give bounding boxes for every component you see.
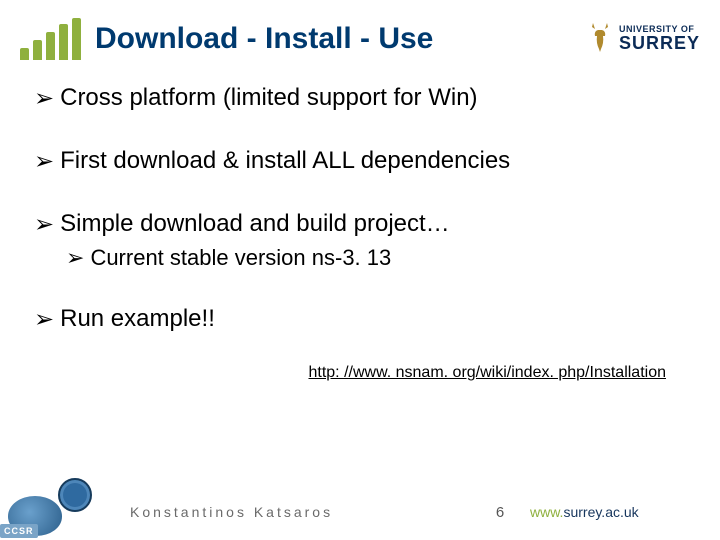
bullet-text: Current stable version ns-3. 13 [90,245,391,271]
bullet-item: ➢ First download & install ALL dependenc… [34,147,686,176]
url-rest: surrey.ac.uk [563,504,638,520]
bullet-item: ➢ Simple download and build project… [34,210,686,239]
arrow-bullet-icon: ➢ [34,147,54,176]
university-logo: UNIVERSITY OF SURREY [587,21,700,58]
bullet-item: ➢ Run example!! [34,305,686,334]
arrow-bullet-icon: ➢ [34,305,54,334]
bars-logo-icon [20,18,81,60]
footer-url: www.surrey.ac.uk [530,504,720,520]
slide-body: ➢ Cross platform (limited support for Wi… [0,70,720,382]
page-number: 6 [470,504,530,521]
installation-link[interactable]: http: //www. nsnam. org/wiki/index. php/… [34,364,686,382]
stag-icon [587,21,613,58]
arrow-bullet-icon: ➢ [34,210,54,239]
arrow-bullet-icon: ➢ [34,84,54,113]
author-name: Konstantinos Katsaros [100,504,470,520]
ccsr-label: CCSR [0,524,38,538]
bullet-text: Simple download and build project… [60,210,450,238]
bullet-text: Run example!! [60,305,215,333]
ccsr-logo: CCSR [0,484,100,540]
footer: CCSR Konstantinos Katsaros 6 www.surrey.… [0,484,720,540]
bullet-text: First download & install ALL dependencie… [60,147,510,175]
sub-bullet-item: ➢ Current stable version ns-3. 13 [66,245,686,271]
bullet-text: Cross platform (limited support for Win) [60,84,477,112]
seal-icon [58,478,92,512]
arrow-bullet-icon: ➢ [66,245,84,271]
url-prefix: www. [530,504,563,520]
surrey-bottom: SURREY [619,34,700,53]
slide-title: Download - Install - Use [95,22,433,56]
bullet-item: ➢ Cross platform (limited support for Wi… [34,84,686,113]
